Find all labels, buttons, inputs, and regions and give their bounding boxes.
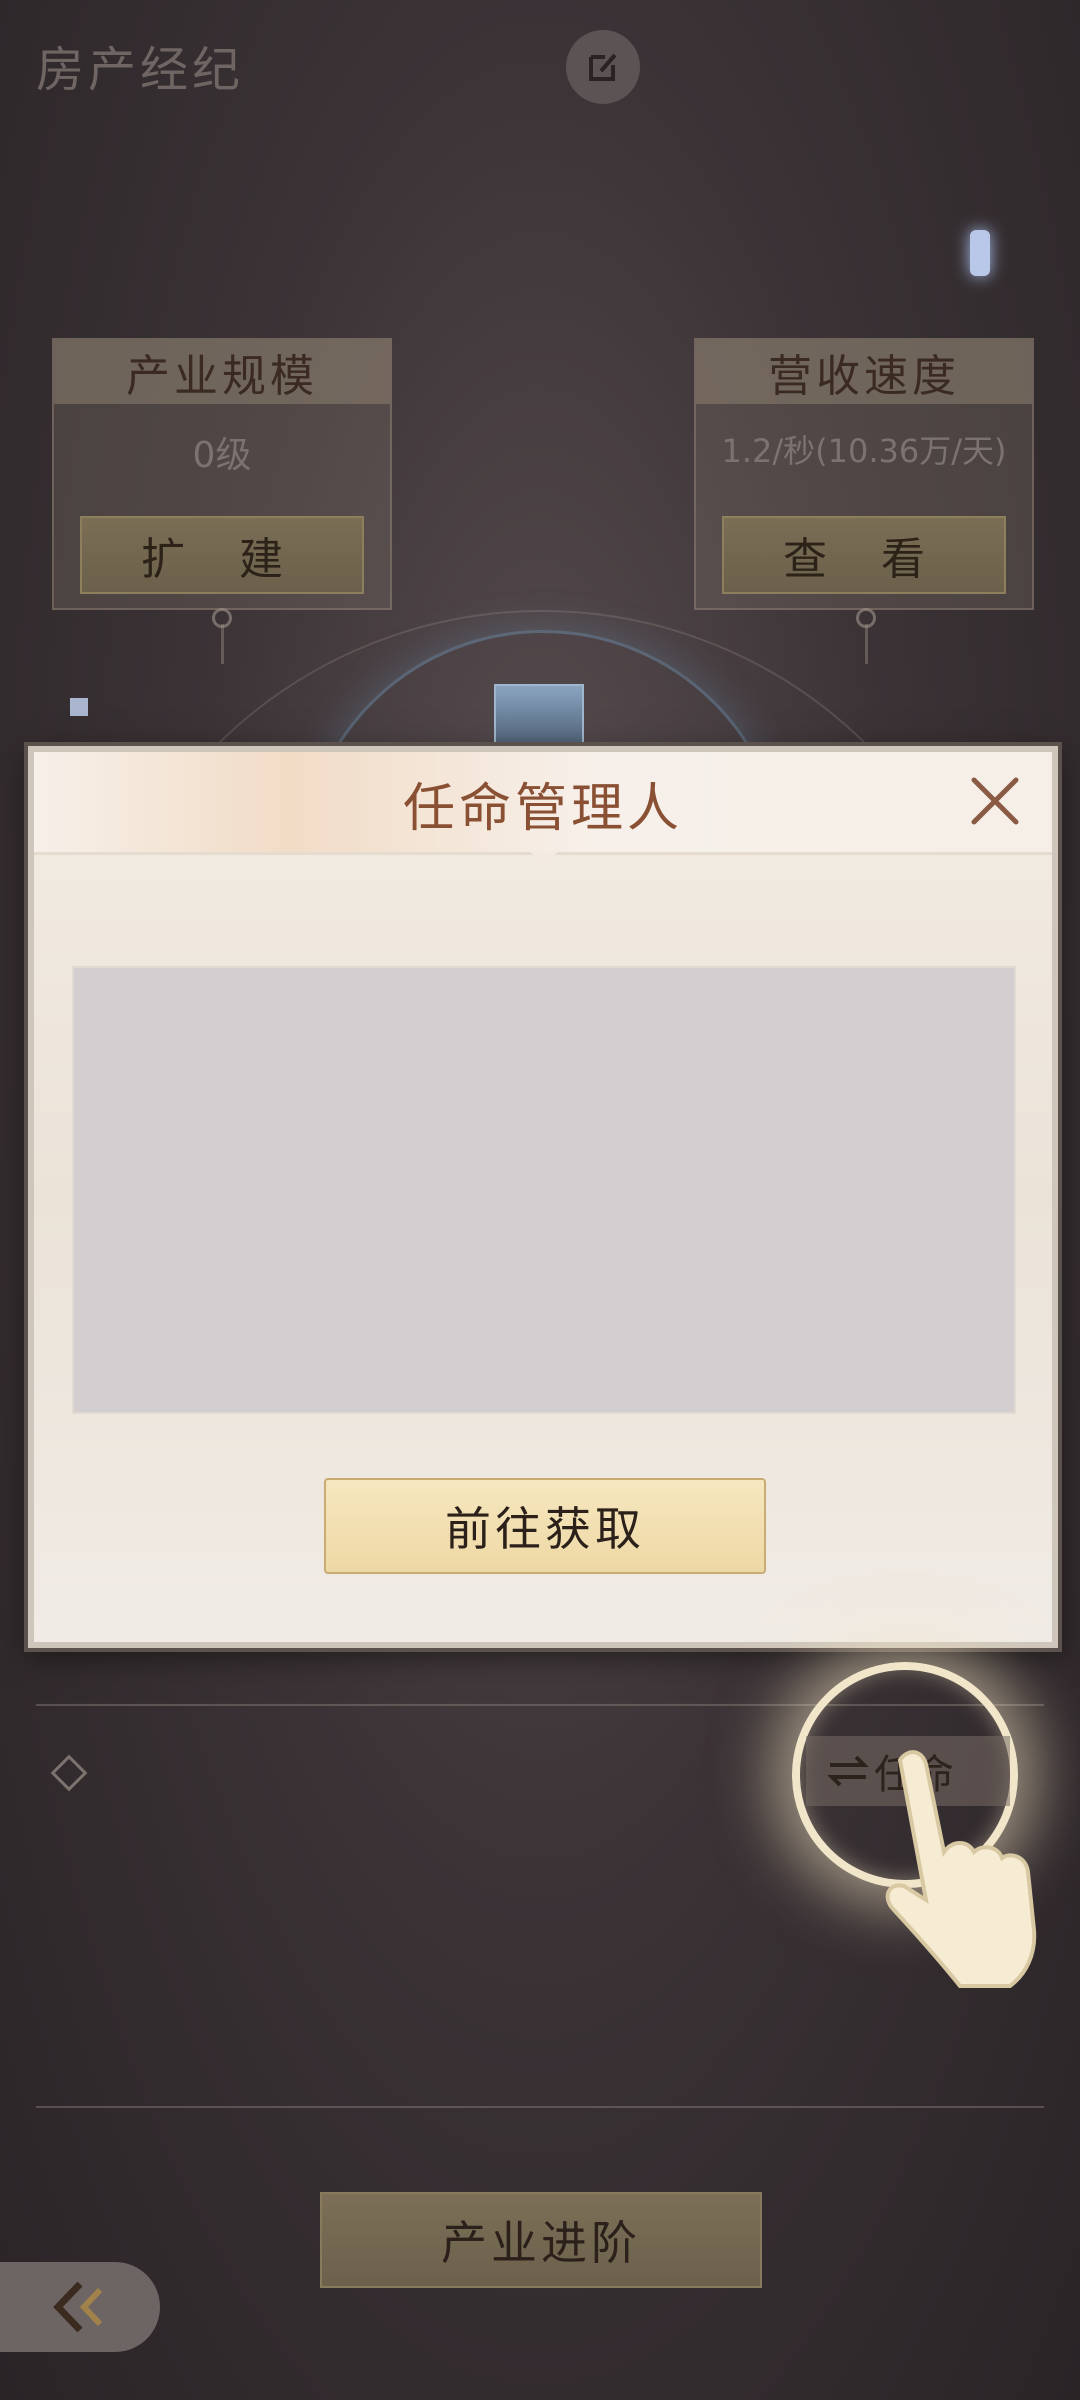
page-title: 房产经纪 bbox=[36, 42, 245, 98]
industry-scale-card: 产业规模 0级 扩 建 bbox=[52, 338, 392, 610]
back-button[interactable] bbox=[0, 2262, 160, 2352]
edit-icon bbox=[589, 53, 617, 81]
diamond-icon bbox=[50, 1754, 88, 1792]
close-icon bbox=[971, 777, 1019, 825]
go-obtain-button[interactable]: 前往获取 bbox=[324, 1478, 766, 1574]
double-chevron-left-icon bbox=[53, 2281, 103, 2333]
edit-button[interactable] bbox=[566, 30, 640, 104]
dialog-header: 任命管理人 bbox=[34, 752, 1052, 855]
industry-advance-button[interactable]: 产业进阶 bbox=[320, 2192, 762, 2288]
light-marker-icon bbox=[70, 698, 88, 716]
view-button[interactable]: 查 看 bbox=[722, 516, 1006, 594]
dialog-title: 任命管理人 bbox=[402, 779, 683, 839]
manager-list-area bbox=[72, 966, 1016, 1414]
building-icon bbox=[494, 684, 584, 752]
tutorial-hand-pointer-icon bbox=[885, 1750, 1037, 1988]
industry-scale-value: 0级 bbox=[192, 435, 252, 476]
header-pointer bbox=[530, 852, 558, 864]
connector-line bbox=[865, 624, 868, 664]
industry-scale-heading: 产业规模 bbox=[54, 340, 390, 404]
revenue-speed-value: 1.2/秒(10.36万/天) bbox=[721, 432, 1007, 470]
appoint-manager-dialog: 任命管理人 前往获取 bbox=[28, 746, 1058, 1648]
revenue-speed-card: 营收速度 1.2/秒(10.36万/天) 查 看 bbox=[694, 338, 1034, 610]
light-marker-icon bbox=[970, 230, 990, 276]
close-button[interactable] bbox=[966, 772, 1024, 830]
section-divider bbox=[36, 2106, 1044, 2108]
revenue-speed-heading: 营收速度 bbox=[696, 340, 1032, 404]
expand-button[interactable]: 扩 建 bbox=[80, 516, 364, 594]
connector-line bbox=[221, 624, 224, 664]
